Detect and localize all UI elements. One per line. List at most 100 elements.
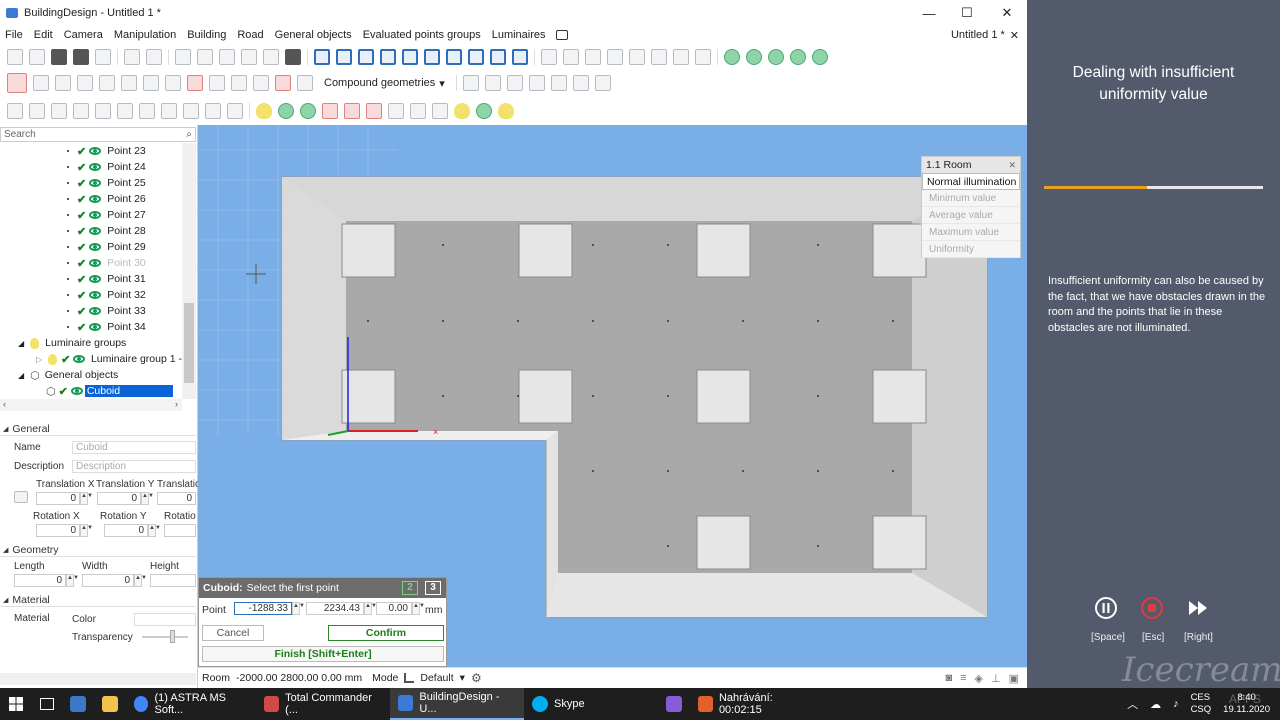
mirror-icon[interactable] (651, 49, 667, 65)
lines-icon[interactable] (594, 75, 611, 91)
rotation-z-input[interactable] (164, 524, 196, 537)
eye-icon[interactable] (89, 195, 102, 203)
task-view-button[interactable] (32, 688, 62, 720)
section-geometry[interactable]: ◢ Geometry (0, 543, 196, 557)
road-icon[interactable] (550, 75, 567, 91)
camera-icon[interactable]: ◙ (945, 672, 952, 685)
bulb-array-icon[interactable] (344, 103, 360, 119)
width-input[interactable]: 0 (82, 574, 134, 587)
align-icon[interactable] (629, 49, 645, 65)
tree-scrollbar[interactable] (182, 143, 196, 399)
menu-luminaires[interactable]: Luminaires (487, 29, 552, 41)
taskbar-app-skype[interactable]: Skype (524, 688, 658, 720)
dash-icon[interactable] (205, 103, 221, 119)
light-add-icon[interactable] (746, 49, 762, 65)
section-general[interactable]: ◢ General (0, 422, 196, 436)
menu-edit[interactable]: Edit (29, 29, 59, 41)
rotation-x-input[interactable]: 0 (36, 524, 80, 537)
pillar-icon[interactable] (253, 75, 269, 91)
eye-icon[interactable] (89, 291, 102, 299)
menu-building[interactable]: Building (182, 29, 232, 41)
check-icon[interactable]: ✔ (77, 289, 86, 302)
collapse-icon[interactable]: ◢ (18, 371, 24, 380)
scale-icon[interactable] (607, 49, 623, 65)
tree-node-point[interactable]: ✔ Point 25 (0, 175, 182, 191)
eye-icon[interactable] (73, 355, 85, 363)
tree-node-point[interactable]: ✔ Point 30 (0, 255, 182, 271)
new-file-icon[interactable] (29, 49, 45, 65)
corner-icon[interactable] (227, 103, 243, 119)
translation-z-input[interactable]: 0 (157, 492, 196, 505)
taskbar-app-recording[interactable]: Nahrávání: 00:02:15 (690, 688, 820, 720)
check-icon[interactable]: ✔ (77, 177, 86, 190)
move-icon[interactable] (541, 49, 557, 65)
finish-button[interactable]: Finish [Shift+Enter] (202, 646, 444, 662)
dxf-luminaire-icon[interactable] (410, 103, 426, 119)
rotation-y-stepper[interactable]: ▲▼ (148, 524, 161, 537)
menu-manipulation[interactable]: Manipulation (109, 29, 182, 41)
zoom-extents-icon[interactable] (358, 49, 374, 65)
rotation-x-stepper[interactable]: ▲▼ (80, 524, 93, 537)
tree-node-point[interactable]: ✔ Point 26 (0, 191, 182, 207)
language-indicator[interactable]: CES CSQ (1191, 692, 1212, 716)
eye-icon[interactable] (89, 259, 102, 267)
layers-icon[interactable] (790, 49, 806, 65)
bulb-green-icon[interactable] (278, 103, 294, 119)
translation-y-input[interactable]: 0 (97, 492, 141, 505)
option-average-value[interactable]: Average value (922, 207, 1020, 224)
width-stepper[interactable]: ▲▼ (134, 574, 147, 587)
taskbar-app-buildingdesign[interactable]: BuildingDesign - U... (390, 688, 524, 720)
tree-node-point[interactable]: ✔ Point 28 (0, 223, 182, 239)
translation-y-stepper[interactable]: ▲▼ (141, 492, 154, 505)
cube-shape-icon[interactable] (55, 75, 71, 91)
pin-icon[interactable]: ⊥ (991, 672, 1001, 685)
select-frame-icon[interactable] (7, 103, 23, 119)
color-picker[interactable] (134, 613, 196, 626)
check-icon[interactable]: ✔ (77, 193, 86, 206)
maximize-button[interactable]: ☐ (948, 0, 986, 26)
tree-node-luminaire-groups[interactable]: ◢ Luminaire groups (0, 335, 182, 351)
open-folder-icon[interactable] (7, 49, 23, 65)
tree-node-luminaire-group-1[interactable]: ▷ ✔ Luminaire group 1 - (0, 351, 182, 367)
gear-icon[interactable]: ⚙ (471, 671, 482, 685)
confirm-button[interactable]: Confirm (328, 625, 444, 641)
view-cube-icon[interactable] (512, 49, 528, 65)
tree-node-point[interactable]: ✔ Point 27 (0, 207, 182, 223)
zoom-selection-icon[interactable] (380, 49, 396, 65)
view-iso-icon[interactable] (402, 49, 418, 65)
tree-node-point[interactable]: ✔ Point 34 (0, 319, 182, 335)
obstacle-icon[interactable] (187, 75, 203, 91)
taskbar-explorer[interactable] (94, 688, 126, 720)
document-tab-close-icon[interactable]: ✕ (1010, 29, 1019, 42)
props-scrollbar[interactable] (0, 673, 196, 685)
taskbar-app-total-commander[interactable]: Total Commander (... (256, 688, 390, 720)
search-input[interactable]: Search ⌕ (0, 127, 196, 142)
view-3d-icon[interactable] (314, 49, 330, 65)
view-right-icon[interactable] (446, 49, 462, 65)
cad-points-icon[interactable] (95, 103, 111, 119)
scroll-right-icon[interactable]: › (175, 399, 178, 409)
shield-shape-icon[interactable] (33, 75, 49, 91)
scroll-left-icon[interactable]: ‹ (3, 399, 6, 409)
clipboard-icon[interactable] (219, 49, 235, 65)
car-icon[interactable] (506, 75, 523, 91)
text-tool-icon[interactable] (121, 75, 137, 91)
sphere-icon[interactable] (77, 75, 93, 91)
panel-icon[interactable]: ▣ (1009, 672, 1019, 685)
rotation-y-input[interactable]: 0 (104, 524, 148, 537)
bulb-settings-icon[interactable] (476, 103, 492, 119)
tree-node-point[interactable]: ✔ Point 31 (0, 271, 182, 287)
stop-recording-button[interactable] (1140, 596, 1164, 620)
view-left-icon[interactable] (424, 49, 440, 65)
check-icon[interactable]: ✔ (77, 257, 86, 270)
speaker-icon[interactable]: ♪ (1173, 698, 1179, 710)
translation-x-stepper[interactable]: ▲▼ (80, 492, 93, 505)
option-normal-illumination[interactable]: Normal illumination (922, 173, 1020, 190)
chevron-down-icon[interactable]: ▾ (460, 672, 465, 684)
minimize-button[interactable]: — (910, 0, 948, 26)
link-icon[interactable] (14, 491, 28, 503)
tutorial-progress-bar[interactable] (1044, 186, 1263, 189)
mode-2-button[interactable]: 2 (402, 581, 418, 595)
points-edit-icon[interactable] (73, 103, 89, 119)
point-z-stepper[interactable]: ▲▼ (412, 602, 425, 615)
